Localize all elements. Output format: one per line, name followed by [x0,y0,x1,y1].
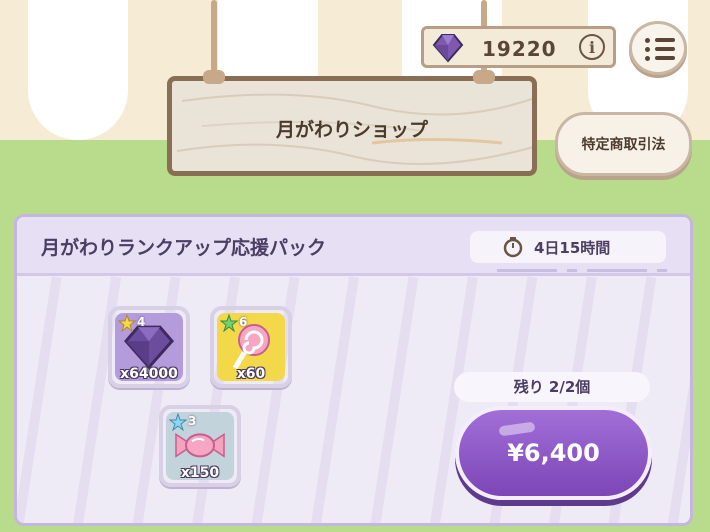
rarity-level: 4 [137,315,146,329]
stopwatch-icon [503,237,523,258]
sign-knot-right [473,70,495,84]
sign-knot-left [203,70,225,84]
currency-bar: 19220 i [421,26,616,68]
item-lollipop[interactable]: 6 x60 [210,306,292,388]
button-gloss [498,421,536,437]
rarity-level: 6 [239,315,248,329]
info-icon[interactable]: i [579,34,605,60]
gem-icon [432,34,464,63]
item-quantity: x60 [236,366,266,382]
price-label: ¥6,400 [507,439,600,467]
pack-timer: 4日15時間 [470,231,666,263]
candy-icon [175,432,225,458]
item-quantity: x150 [180,465,220,481]
rarity-badge: 3 [168,412,205,432]
currency-amount: 19220 [482,37,557,61]
pack-header: 月がわりランクアップ応援パック 4日15時間 [17,217,690,276]
rarity-badge: 6 [219,313,256,333]
item-gem[interactable]: 4 x64000 [108,306,190,388]
rarity-level: 3 [188,414,197,428]
timer-text: 4日15時間 [534,239,611,257]
menu-button[interactable] [629,21,687,75]
header-divider [497,269,677,272]
purchase-button[interactable]: ¥6,400 [455,406,652,500]
remaining-count: 残り 2/2個 [454,372,650,402]
rarity-badge: 4 [117,313,154,333]
pack-title: 月がわりランクアップ応援パック [41,237,327,259]
legal-notice-button[interactable]: 特定商取引法 [555,112,692,176]
item-quantity: x64000 [120,366,178,382]
item-candy[interactable]: 3 x150 [159,405,241,487]
shop-sign: 月がわりショップ [167,76,537,176]
shop-title: 月がわりショップ [275,119,428,141]
